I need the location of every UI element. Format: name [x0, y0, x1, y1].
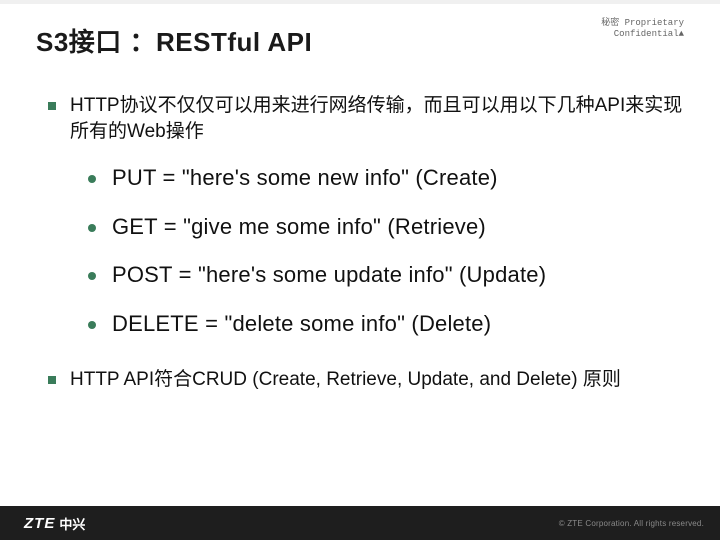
dot-bullet-icon [88, 224, 96, 232]
method-delete: DELETE = "delete some info" (Delete) [112, 310, 684, 339]
dot-bullet-icon [88, 321, 96, 329]
bullet-level1: HTTP API符合CRUD (Create, Retrieve, Update… [48, 367, 684, 393]
copyright-text: © ZTE Corporation. All rights reserved. [559, 519, 704, 528]
para-1-text: HTTP协议不仅仅可以用来进行网络传输，而且可以用以下几种API来实现所有的We… [70, 93, 684, 144]
list-item: DELETE = "delete some info" (Delete) [88, 310, 684, 339]
footer-bar: ZTE 中兴 © ZTE Corporation. All rights res… [0, 506, 720, 540]
http-methods-list: PUT = "here's some new info" (Create) GE… [88, 164, 684, 338]
confidential-label: 秘密 Proprietary Confidential▲ [601, 18, 684, 40]
list-item: GET = "give me some info" (Retrieve) [88, 213, 684, 242]
slide-container: S3接口 ：RESTful API 秘密 Proprietary Confide… [0, 0, 720, 540]
slide-body: HTTP协议不仅仅可以用来进行网络传输，而且可以用以下几种API来实现所有的We… [36, 93, 684, 392]
confidential-line-1: 秘密 Proprietary [601, 18, 684, 29]
square-bullet-icon [48, 102, 56, 110]
square-bullet-icon [48, 376, 56, 384]
logo-text: ZTE [24, 515, 55, 532]
heading-row: S3接口 ：RESTful API 秘密 Proprietary Confide… [36, 22, 684, 59]
method-put: PUT = "here's some new info" (Create) [112, 164, 684, 193]
bullet-level1: HTTP协议不仅仅可以用来进行网络传输，而且可以用以下几种API来实现所有的We… [48, 93, 684, 144]
method-get: GET = "give me some info" (Retrieve) [112, 213, 684, 242]
confidential-line-2: Confidential▲ [601, 29, 684, 40]
dot-bullet-icon [88, 272, 96, 280]
slide-title: S3接口 ：RESTful API [36, 22, 312, 59]
list-item: POST = "here's some update info" (Update… [88, 261, 684, 290]
logo-cn: 中兴 [59, 514, 85, 533]
para-2-text: HTTP API符合CRUD (Create, Retrieve, Update… [70, 367, 684, 393]
zte-logo: ZTE 中兴 [24, 514, 85, 533]
list-item: PUT = "here's some new info" (Create) [88, 164, 684, 193]
dot-bullet-icon [88, 175, 96, 183]
method-post: POST = "here's some update info" (Update… [112, 261, 684, 290]
